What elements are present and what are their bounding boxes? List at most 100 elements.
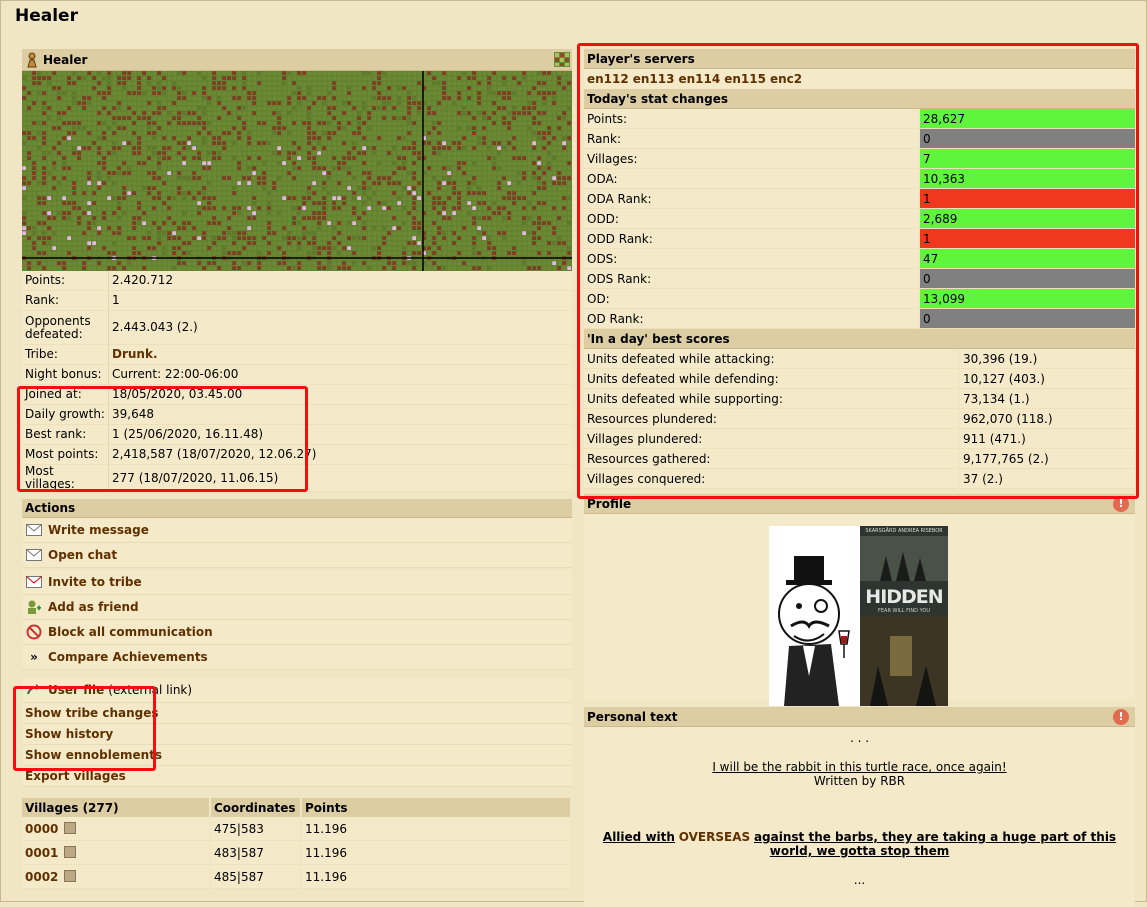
map-tile (147, 191, 151, 195)
village-name[interactable]: 0001 (25, 846, 58, 860)
map-tile (517, 171, 521, 175)
village-map-icon[interactable] (64, 869, 77, 882)
map-tile (457, 111, 461, 115)
village-name-cell[interactable]: 0001 (22, 840, 211, 865)
pt-rabbit-link[interactable]: I will be the rabbit in this turtle race… (584, 760, 1135, 774)
action-export-villages[interactable]: Export villages (22, 766, 572, 787)
map-tile (47, 81, 51, 85)
map-tile (552, 181, 556, 185)
map-tile (252, 91, 256, 95)
action-show-history[interactable]: Show history (22, 724, 572, 745)
map-tile (482, 116, 486, 120)
action-add-as-friend[interactable]: Add as friend (22, 595, 572, 620)
map-grid-icon[interactable] (554, 52, 570, 67)
map-tile (52, 86, 56, 90)
map-tile (137, 251, 141, 255)
map-tile (157, 231, 161, 235)
action-show-tribe-changes[interactable]: Show tribe changes (22, 703, 572, 724)
map-tile (42, 106, 46, 110)
map-tile (147, 81, 151, 85)
map-tile (87, 96, 91, 100)
village-name-cell[interactable]: 0002 (22, 864, 211, 889)
map-tile (232, 141, 236, 145)
map-tile (182, 161, 186, 165)
map-tile (437, 131, 441, 135)
map-tile (307, 241, 311, 245)
map-tile (537, 181, 541, 185)
map-tile (322, 196, 326, 200)
villages-col-header[interactable]: Points (301, 798, 572, 817)
map-tile (517, 196, 521, 200)
map-tile (207, 161, 211, 165)
map-tile (97, 176, 101, 180)
map-tile (42, 136, 46, 140)
map-tile (387, 261, 391, 265)
action-compare-achievements[interactable]: » Compare Achievements (22, 645, 572, 670)
map-tile (487, 86, 491, 90)
village-name[interactable]: 0002 (25, 870, 58, 884)
map-tile (237, 166, 241, 170)
map-tile (227, 111, 231, 115)
action-open-chat[interactable]: Open chat (22, 543, 572, 568)
map-tile (132, 146, 136, 150)
map-tile (322, 186, 326, 190)
map-tile (512, 91, 516, 95)
map-tile (42, 221, 46, 225)
map-tile (307, 111, 311, 115)
map-tile (377, 91, 381, 95)
map-tile (487, 116, 491, 120)
server-link[interactable]: enc2 (770, 72, 802, 86)
map-tile (362, 201, 366, 205)
map-tile (157, 196, 161, 200)
village-name-cell[interactable]: 0000 (22, 817, 211, 841)
map-tile (317, 251, 321, 255)
map-tile (412, 221, 416, 225)
report-warning-icon[interactable]: ! (1113, 709, 1129, 725)
stat-value: 9,177,765 (2.) (958, 448, 1135, 469)
map-tile (162, 251, 166, 255)
pt-ally-link[interactable]: OVERSEAS (679, 830, 750, 844)
server-link[interactable]: en113 (633, 72, 675, 86)
server-link[interactable]: en114 (678, 72, 720, 86)
map-tile (47, 236, 51, 240)
map-tile (537, 236, 541, 240)
action-user-file[interactable]: User file (external link) (22, 678, 572, 703)
map-tile (97, 121, 101, 125)
map-tile (152, 131, 156, 135)
action-ext-note: (external link) (108, 683, 193, 697)
map-tile (522, 176, 526, 180)
village-points: 11.196 (301, 864, 572, 889)
map-tile (97, 171, 101, 175)
map-tile (317, 96, 321, 100)
action-write-message[interactable]: Write message (22, 518, 572, 543)
world-map[interactable] (22, 71, 572, 271)
map-tile (292, 236, 296, 240)
map-tile (332, 96, 336, 100)
map-tile (67, 121, 71, 125)
village-map-icon[interactable] (64, 845, 77, 858)
info-value[interactable]: Drunk. (108, 344, 572, 365)
map-tile (257, 156, 261, 160)
server-link[interactable]: en115 (724, 72, 766, 86)
map-tile (362, 86, 366, 90)
action-invite-to-tribe[interactable]: Invite to tribe (22, 570, 572, 595)
map-tile (117, 106, 121, 110)
action-block-all-communication[interactable]: Block all communication (22, 620, 572, 645)
map-tile (397, 86, 401, 90)
map-tile (97, 71, 101, 75)
map-tile (387, 176, 391, 180)
map-tile (207, 96, 211, 100)
map-tile (412, 146, 416, 150)
village-map-icon[interactable] (64, 821, 77, 834)
village-name[interactable]: 0000 (25, 822, 58, 836)
villages-col-header[interactable]: Coordinates (210, 798, 302, 817)
map-tile (387, 101, 391, 105)
map-tile (392, 161, 396, 165)
report-warning-icon[interactable]: ! (1113, 496, 1129, 512)
map-tile (317, 166, 321, 170)
server-link[interactable]: en112 (587, 72, 629, 86)
action-show-ennoblements[interactable]: Show ennoblements (22, 745, 572, 766)
map-tile (502, 206, 506, 210)
map-tile (72, 81, 76, 85)
map-tile (87, 101, 91, 105)
